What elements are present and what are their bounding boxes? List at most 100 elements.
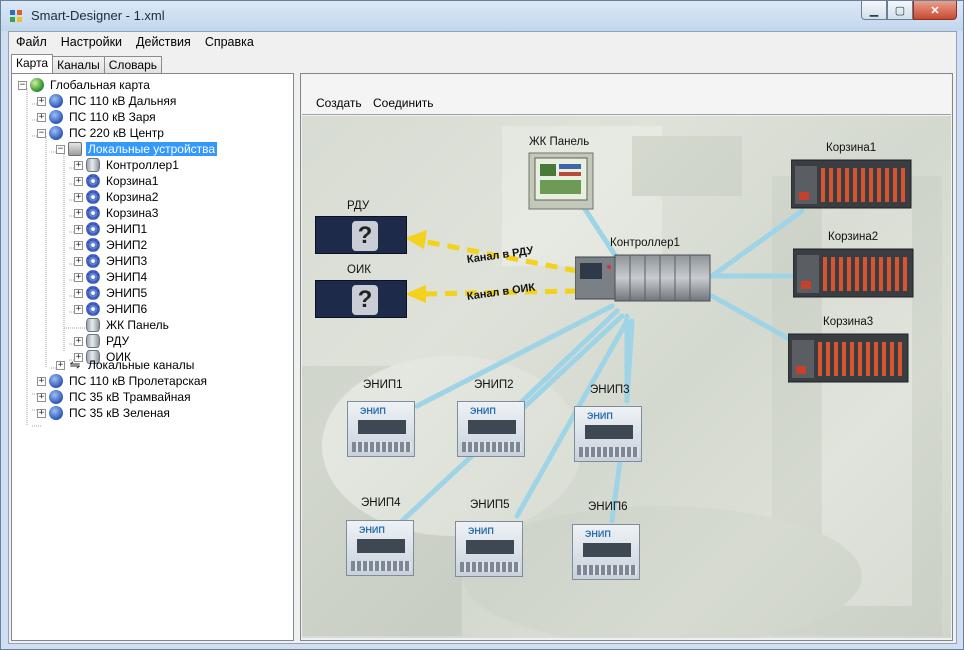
enip-4-device[interactable]: ЭНИП <box>346 520 414 576</box>
create-button[interactable]: Создать <box>316 96 362 110</box>
enip-5-device[interactable]: ЭНИП <box>455 521 523 577</box>
tree-node-device[interactable]: + ЭНИП1 <box>74 221 149 237</box>
tree-node-station[interactable]: + ПС 35 кВ Зеленая <box>37 405 172 421</box>
expand-icon[interactable]: + <box>74 160 83 170</box>
basket-3-device[interactable] <box>788 332 910 384</box>
basket-2-device[interactable] <box>793 247 915 299</box>
enip-brand-text: ЭНИП <box>470 406 496 416</box>
substation-icon <box>49 406 63 420</box>
network-map[interactable]: ЖК Панель Контроллер1 Корзина1 Корзина2 … <box>302 116 951 638</box>
tree-node-device[interactable]: + Корзина2 <box>74 189 160 205</box>
expand-icon[interactable]: + <box>74 304 83 314</box>
tree-label: Корзина3 <box>106 206 159 220</box>
controller-icon <box>86 158 100 172</box>
tree-node-device[interactable]: + ЭНИП3 <box>74 253 149 269</box>
tree-node-local-channels-row[interactable]: + ⇋ Локальные каналы <box>56 357 196 373</box>
client-area: Файл Настройки Действия Справка Карта Ка… <box>8 31 957 644</box>
expand-icon[interactable]: + <box>74 224 83 234</box>
tree-label: ПС 110 кВ Пролетарская <box>69 374 208 388</box>
menu-actions[interactable]: Действия <box>129 32 198 53</box>
tree-node-device[interactable]: + ЭНИП4 <box>74 269 149 285</box>
expand-icon[interactable]: + <box>74 256 83 266</box>
tab-map[interactable]: Карта <box>11 54 54 73</box>
tree-label: Глобальная карта <box>50 78 150 92</box>
expand-icon[interactable]: + <box>37 392 46 402</box>
lcd-panel-device[interactable] <box>528 152 594 210</box>
gear-icon <box>86 190 100 204</box>
basket-2-label: Корзина2 <box>828 231 879 243</box>
tree-node-device[interactable]: + Контроллер1 <box>74 157 181 173</box>
enip-brand-text: ЭНИП <box>587 411 613 421</box>
substation-icon <box>49 390 63 404</box>
tree-node-device[interactable]: + РДУ <box>74 333 131 349</box>
menu-settings[interactable]: Настройки <box>54 32 129 53</box>
tree-node-station[interactable]: + ПС 110 кВ Пролетарская <box>37 373 209 389</box>
basket-3-label: Корзина3 <box>823 316 874 328</box>
unknown-device-icon: ? <box>352 285 378 315</box>
lcd-panel-icon <box>86 318 100 332</box>
tree-node-device[interactable]: + Корзина3 <box>74 205 160 221</box>
basket-1-device[interactable] <box>791 158 913 210</box>
map-panel: Создать Соединить ЖК Панель Контроллер1 … <box>300 73 953 641</box>
rdu-device[interactable]: ? <box>315 216 407 254</box>
expand-icon[interactable]: + <box>74 192 83 202</box>
tree-node-device[interactable]: ЖК Панель <box>74 317 171 333</box>
lcd-panel-label: ЖК Панель <box>529 136 590 148</box>
tree-label: ЭНИП3 <box>106 254 148 268</box>
tree-node-station[interactable]: + ПС 110 кВ Заря <box>37 109 158 125</box>
collapse-icon[interactable]: − <box>56 144 65 154</box>
tree-label: ЖК Панель <box>106 318 169 332</box>
expand-icon[interactable]: + <box>74 288 83 298</box>
connect-button[interactable]: Соединить <box>373 96 434 110</box>
tree-label: ЭНИП4 <box>106 270 148 284</box>
tree-node-root[interactable]: − Глобальная карта <box>18 77 152 93</box>
substation-icon <box>49 94 63 108</box>
tree-node-station[interactable]: + ПС 110 кВ Дальняя <box>37 93 178 109</box>
menu-file[interactable]: Файл <box>9 32 54 53</box>
title-bar[interactable]: Smart-Designer - 1.xml ▁ ▢ ✕ <box>1 1 963 31</box>
tab-channels[interactable]: Каналы <box>52 56 105 73</box>
gear-icon <box>86 206 100 220</box>
tree-node-device[interactable]: + Корзина1 <box>74 173 160 189</box>
tree-node-local-devices[interactable]: − Локальные устройства <box>56 141 218 157</box>
expand-icon[interactable]: + <box>37 96 46 106</box>
tree-label: ЭНИП5 <box>106 286 148 300</box>
oik-device[interactable]: ? <box>315 280 407 318</box>
expand-icon[interactable]: + <box>56 360 65 370</box>
tree-label: ПС 220 кВ Центр <box>69 126 164 140</box>
tree-label: ПС 35 кВ Зеленая <box>69 406 170 420</box>
close-button[interactable]: ✕ <box>913 1 957 20</box>
expand-icon[interactable]: + <box>74 176 83 186</box>
enip-2-device[interactable]: ЭНИП <box>457 401 525 457</box>
expand-icon[interactable]: + <box>37 376 46 386</box>
tab-dictionary[interactable]: Словарь <box>103 56 163 73</box>
expand-icon[interactable]: + <box>74 272 83 282</box>
tree-node-device[interactable]: + ЭНИП2 <box>74 237 149 253</box>
enip-6-label: ЭНИП6 <box>588 501 628 513</box>
expand-icon[interactable]: + <box>74 208 83 218</box>
expand-icon[interactable]: + <box>74 240 83 250</box>
tree-label: Локальные каналы <box>88 358 195 372</box>
controller-device[interactable] <box>575 253 715 305</box>
collapse-icon[interactable]: − <box>37 128 46 138</box>
tree-node-station[interactable]: − ПС 220 кВ Центр <box>37 125 166 141</box>
substation-icon <box>49 374 63 388</box>
enip-3-device[interactable]: ЭНИП <box>574 406 642 462</box>
rdu-label: РДУ <box>347 200 370 212</box>
collapse-icon[interactable]: − <box>18 80 27 90</box>
tree-node-station[interactable]: + ПС 35 кВ Трамвайная <box>37 389 193 405</box>
tree-node-device[interactable]: + ЭНИП6 <box>74 301 149 317</box>
menu-help[interactable]: Справка <box>198 32 261 53</box>
enip-1-device[interactable]: ЭНИП <box>347 401 415 457</box>
tree-node-device[interactable]: + ЭНИП5 <box>74 285 149 301</box>
expand-icon[interactable]: + <box>37 408 46 418</box>
minimize-button[interactable]: ▁ <box>861 1 887 20</box>
expand-icon[interactable]: + <box>74 336 83 346</box>
enip-6-device[interactable]: ЭНИП <box>572 524 640 580</box>
expand-icon[interactable]: + <box>37 112 46 122</box>
menu-bar: Файл Настройки Действия Справка <box>9 32 956 53</box>
tree-panel[interactable]: − Глобальная карта + ПС 110 кВ Дальняя +… <box>11 73 294 641</box>
globe-icon <box>30 78 44 92</box>
enip-1-label: ЭНИП1 <box>363 379 403 391</box>
maximize-button[interactable]: ▢ <box>887 1 913 20</box>
